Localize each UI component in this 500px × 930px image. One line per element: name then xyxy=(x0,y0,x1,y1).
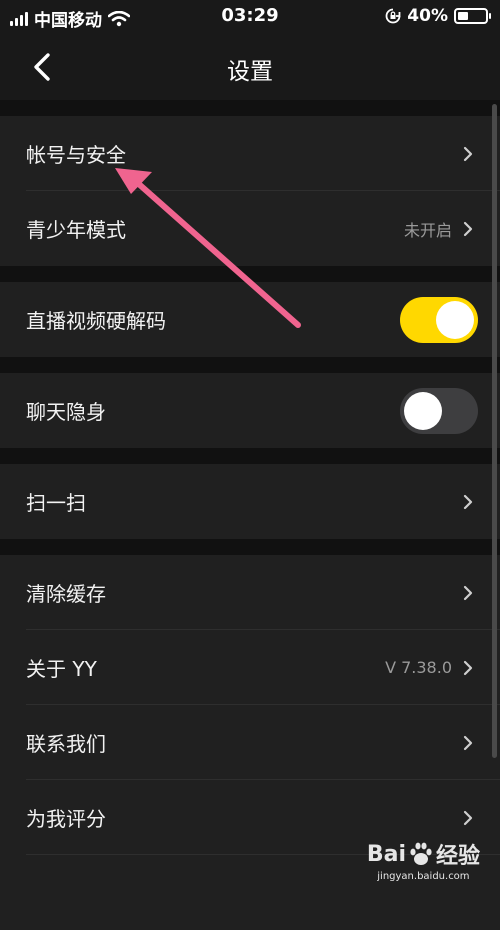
chevron-right-icon xyxy=(463,221,473,236)
about-version: V 7.38.0 xyxy=(385,658,452,677)
youth-mode-value: 未开启 xyxy=(403,220,452,240)
about-row[interactable]: 关于 YY V 7.38.0 xyxy=(0,630,500,705)
youth-mode-row[interactable]: 青少年模式 未开启 xyxy=(0,191,500,266)
chevron-right-icon xyxy=(463,585,473,600)
chevron-right-icon xyxy=(463,810,473,825)
scan-label: 扫一扫 xyxy=(26,491,86,515)
battery-percent: 40% xyxy=(407,6,448,26)
watermark-url: jingyan.baidu.com xyxy=(377,871,470,882)
youth-mode-label: 青少年模式 xyxy=(26,218,126,242)
battery-icon xyxy=(454,8,491,24)
baidu-paw-icon xyxy=(410,842,432,865)
section-gap xyxy=(0,539,500,555)
baidu-watermark: Bai 经验 jingyan.baidu.com xyxy=(367,838,480,883)
contact-us-row[interactable]: 联系我们 xyxy=(0,705,500,780)
chevron-right-icon xyxy=(463,735,473,750)
scrollbar[interactable] xyxy=(492,104,497,758)
account-security-row[interactable]: 帐号与安全 xyxy=(0,116,500,191)
rotation-lock-icon xyxy=(385,8,401,24)
section-gap xyxy=(0,357,500,373)
hw-decode-label: 直播视频硬解码 xyxy=(26,309,166,333)
battery-level xyxy=(458,12,469,20)
chat-invisible-row: 聊天隐身 xyxy=(0,373,500,448)
section-gap xyxy=(0,448,500,464)
account-security-label: 帐号与安全 xyxy=(26,143,126,167)
hw-decode-row: 直播视频硬解码 xyxy=(0,282,500,357)
settings-list: 帐号与安全 青少年模式 未开启 直播视频硬解码 聊天隐身 扫一扫 清除缓存 关于… xyxy=(0,100,500,930)
hw-decode-toggle[interactable] xyxy=(400,296,478,343)
section-gap xyxy=(0,266,500,282)
nav-bar: 设置 xyxy=(0,34,500,100)
chevron-right-icon xyxy=(463,146,473,161)
section-gap xyxy=(0,100,500,116)
chevron-right-icon xyxy=(463,660,473,675)
status-bar: 中国移动 03:29 40% xyxy=(0,0,500,34)
clear-cache-label: 清除缓存 xyxy=(26,582,106,606)
watermark-brand-left: Bai xyxy=(366,841,406,867)
status-right: 40% xyxy=(385,6,491,26)
baidu-logo: Bai 经验 xyxy=(367,838,480,870)
toggle-knob xyxy=(436,300,474,339)
chevron-right-icon xyxy=(463,494,473,509)
chat-invisible-toggle[interactable] xyxy=(400,387,478,434)
scan-row[interactable]: 扫一扫 xyxy=(0,464,500,539)
toggle-knob xyxy=(404,391,442,430)
contact-us-label: 联系我们 xyxy=(26,732,106,756)
rate-us-label: 为我评分 xyxy=(26,807,106,831)
chat-invisible-label: 聊天隐身 xyxy=(26,400,106,424)
page-title: 设置 xyxy=(227,59,273,85)
about-label: 关于 YY xyxy=(26,657,97,681)
watermark-brand-right: 经验 xyxy=(435,844,480,869)
clear-cache-row[interactable]: 清除缓存 xyxy=(0,555,500,630)
